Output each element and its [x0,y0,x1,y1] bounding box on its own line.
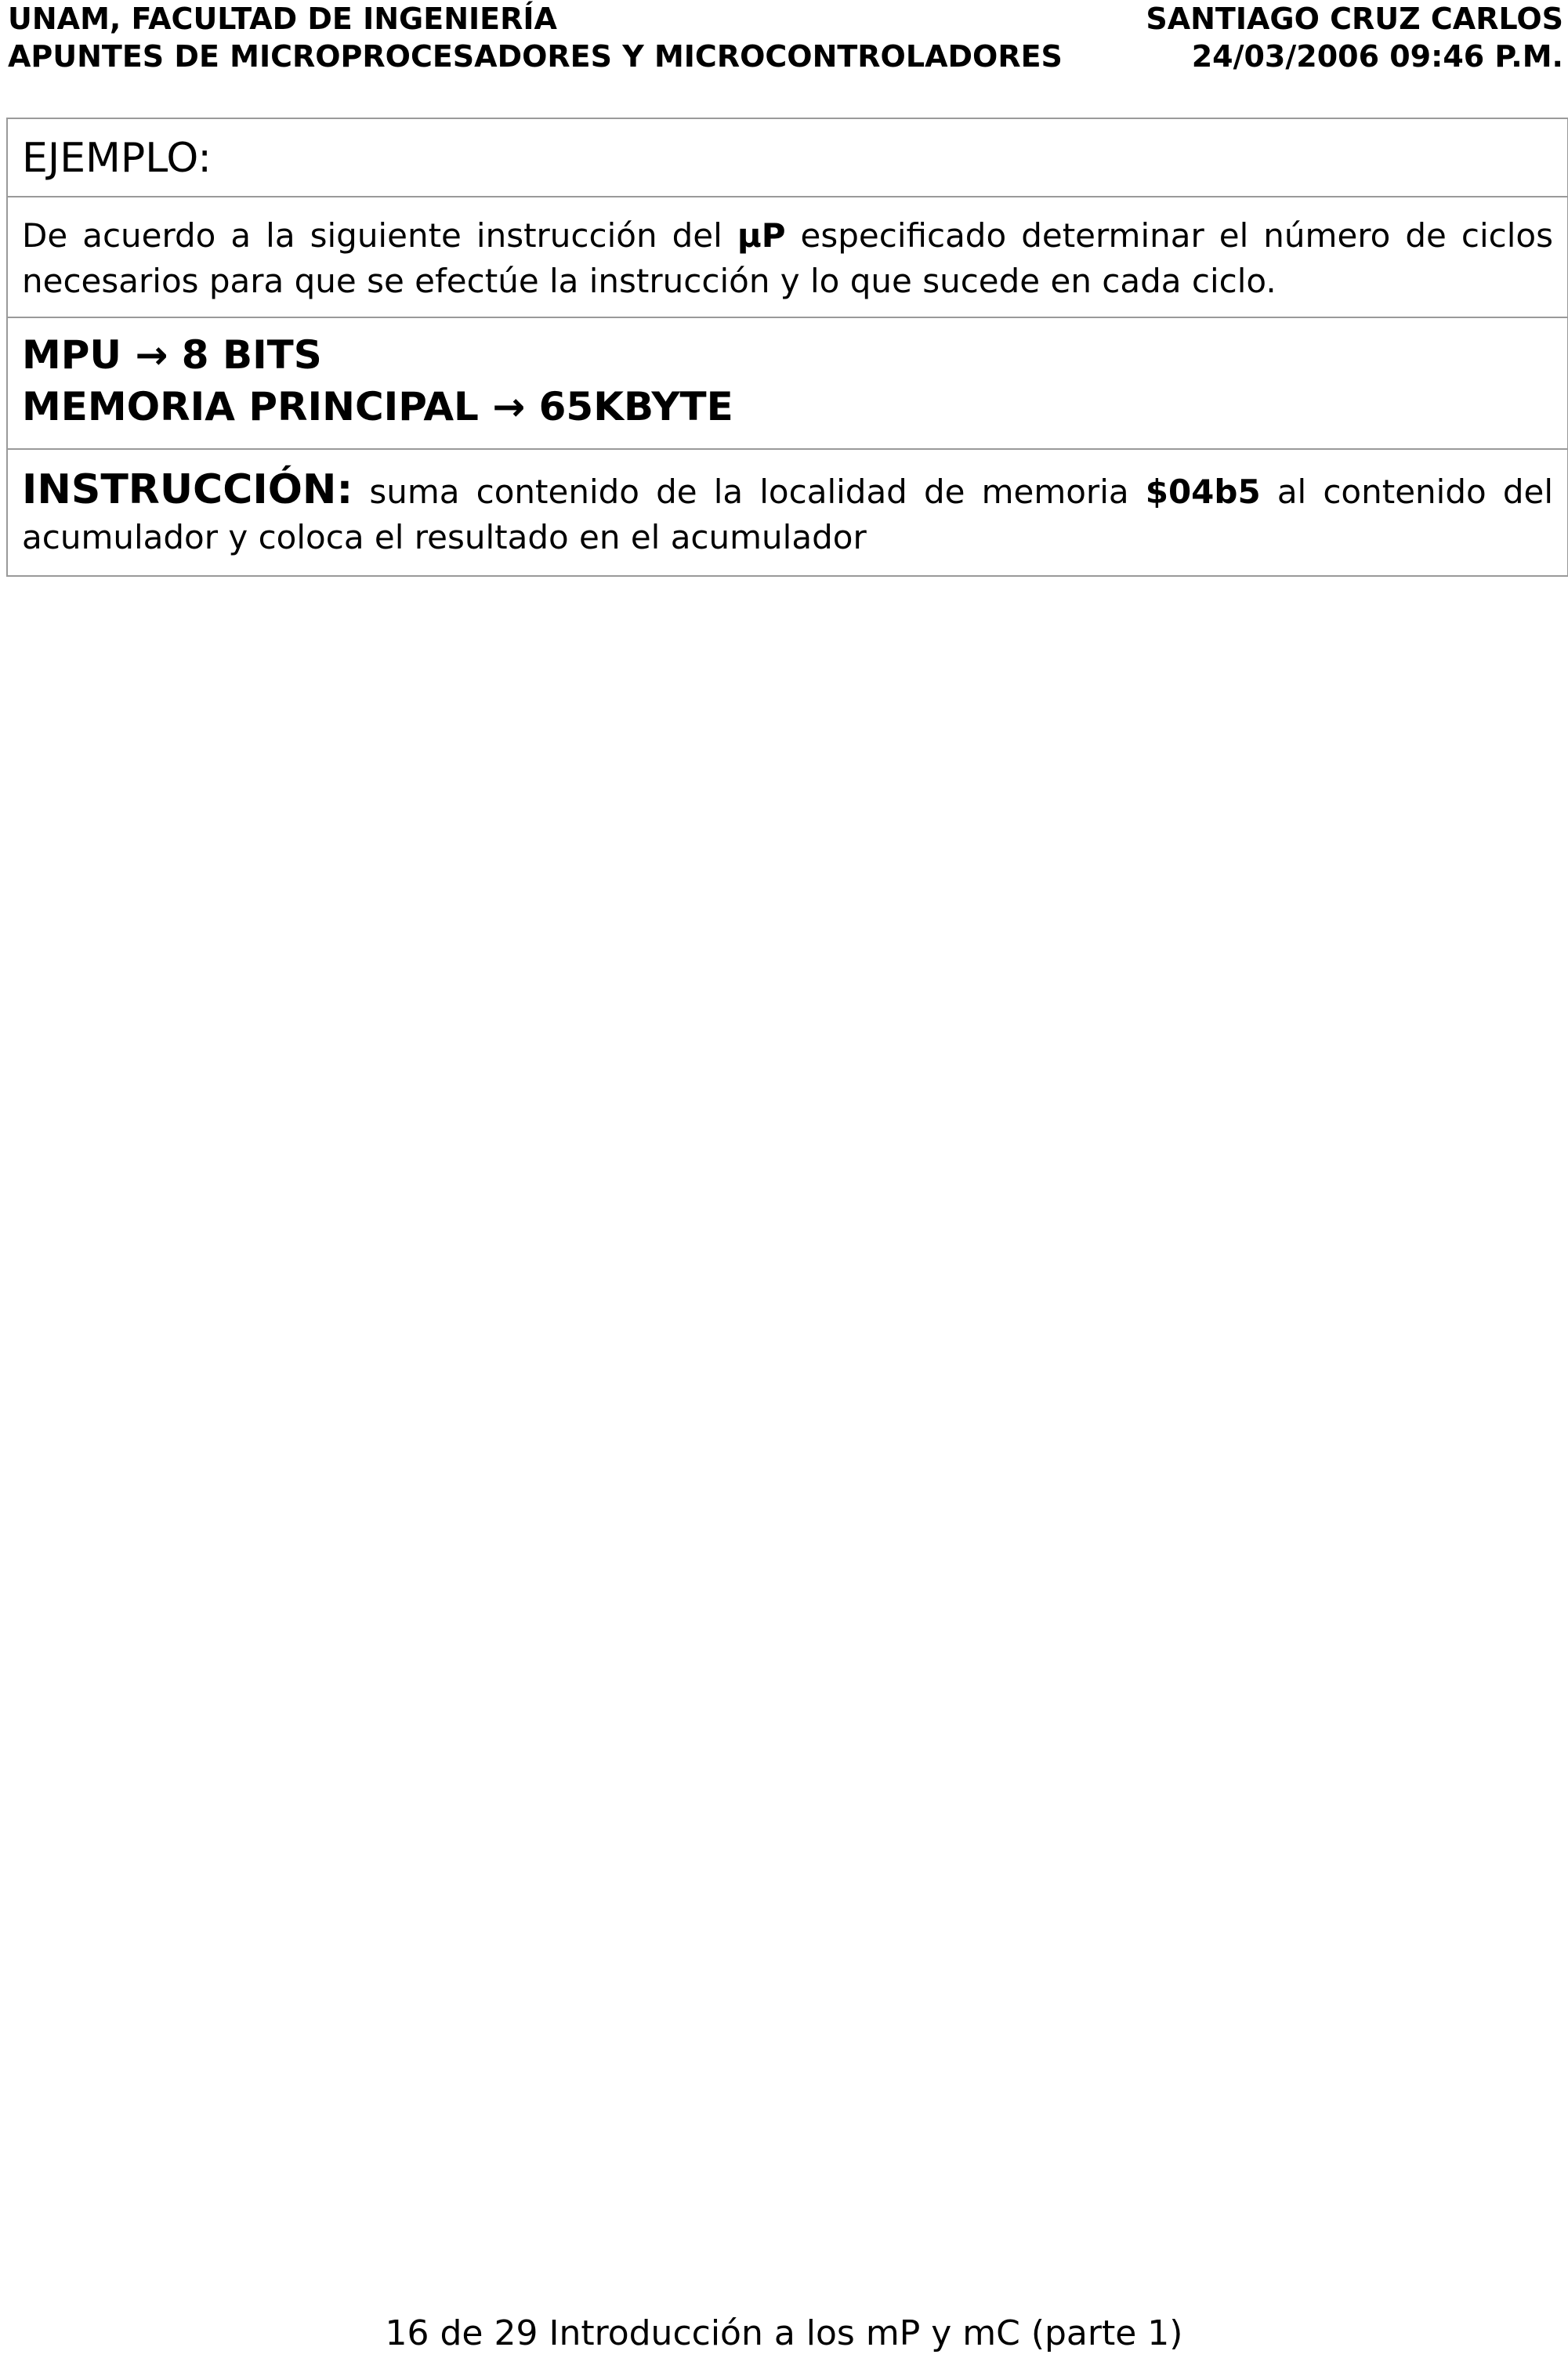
header-right: SANTIAGO CRUZ CARLOS 24/03/2006 09:46 P.… [1146,0,1563,75]
page-header: UNAM, FACULTAD DE INGENIERÍA APUNTES DE … [8,0,1563,75]
instruction-address: $04b5 [1145,473,1261,511]
spec-mpu: MPU → 8 BITS [22,329,1553,381]
institution-line: UNAM, FACULTAD DE INGENIERÍA [8,2,557,36]
instruction-row: INSTRUCCIÓN: suma contenido de la locali… [8,450,1567,575]
author-line: SANTIAGO CRUZ CARLOS [1146,2,1563,36]
header-left: UNAM, FACULTAD DE INGENIERÍA APUNTES DE … [8,0,1063,75]
specs-row: MPU → 8 BITS MEMORIA PRINCIPAL → 65KBYTE [8,318,1567,450]
description-micro-term: μP [737,216,786,255]
arrow-right-icon: → [492,384,526,429]
course-line: APUNTES DE MICROPROCESADORES Y MICROCONT… [8,39,1063,74]
instruction-label: INSTRUCCIÓN: [22,466,353,513]
page-footer: 16 de 29 Introducción a los mP y mC (par… [0,2312,1568,2356]
spec-memory-label: MEMORIA PRINCIPAL [22,384,479,429]
spec-mpu-label: MPU [22,332,122,378]
arrow-right-icon: → [135,332,168,378]
example-description-row: De acuerdo a la siguiente instrucción de… [8,197,1567,318]
instruction-text-1: suma contenido de la localidad de memori… [353,473,1146,511]
spec-memory-value: 65KBYTE [538,384,733,429]
description-text-1: De acuerdo a la siguiente instrucción de… [22,216,737,255]
example-box: EJEMPLO: De acuerdo a la siguiente instr… [6,119,1568,577]
spec-mpu-value: 8 BITS [181,332,322,378]
page-footer-text: 16 de 29 Introducción a los mP y mC (par… [385,2313,1183,2353]
date-line: 24/03/2006 09:46 P.M. [1191,39,1563,74]
example-title-row: EJEMPLO: [8,119,1567,197]
spec-memory: MEMORIA PRINCIPAL → 65KBYTE [22,381,1553,433]
example-title: EJEMPLO: [22,135,212,182]
